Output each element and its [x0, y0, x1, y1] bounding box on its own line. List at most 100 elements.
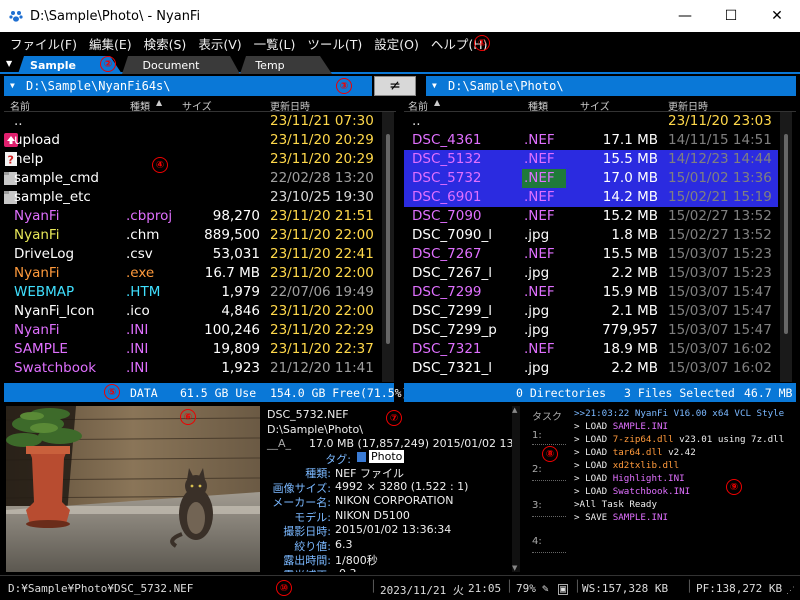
tab-sample[interactable]: Sample [22, 56, 84, 74]
file-size: 18.9 MB [602, 341, 658, 357]
right-file-list[interactable]: .. 23/11/20 23:03 DSC_4361 .NEF 17.1 MB 14/11… [404, 112, 778, 382]
tab-document[interactable]: Document [128, 56, 214, 74]
left-file-row[interactable]: upload 23/11/20 20:29 [4, 131, 380, 150]
left-file-row[interactable]: NyanFi .cbproj 98,270 23/11/20 21:51 [4, 207, 380, 226]
left-file-row[interactable]: NyanFi .INI 100,246 23/11/20 22:29 [4, 321, 380, 340]
file-date: 23/11/20 21:51 [270, 208, 374, 224]
right-scroll-thumb[interactable] [784, 134, 788, 334]
right-file-row[interactable]: DSC_7299_l .jpg 2.1 MB 15/03/07 15:47 [404, 302, 778, 321]
file-name: DSC_5132 [412, 151, 482, 167]
right-file-row[interactable]: DSC_7090_l .jpg 1.8 MB 15/02/27 13:52 [404, 226, 778, 245]
right-file-row[interactable]: DSC_7299 .NEF 15.9 MB 15/03/07 15:47 [404, 283, 778, 302]
left-file-row[interactable]: SAMPLE .INI 19,809 23/11/20 22:37 [4, 340, 380, 359]
menu-edit[interactable]: 編集(E) [83, 34, 138, 53]
right-scrollbar[interactable] [780, 112, 792, 382]
info-field-value: 4992 × 3280 (1.522 : 1) [335, 479, 469, 493]
right-file-row[interactable]: DSC_7299_p .jpg 779,957 15/03/07 15:47 [404, 321, 778, 340]
sort-asc-icon: ▲ [156, 98, 163, 107]
right-file-row[interactable]: DSC_7090 .NEF 15.2 MB 15/02/27 13:52 [404, 207, 778, 226]
file-extension: .NEF [524, 246, 555, 262]
left-file-row[interactable]: NyanFi .chm 889,500 23/11/20 22:00 [4, 226, 380, 245]
file-date: 23/11/20 22:00 [270, 227, 374, 243]
right-file-row[interactable]: DSC_7267_l .jpg 2.2 MB 15/03/07 15:23 [404, 264, 778, 283]
file-size: 15.5 MB [602, 246, 658, 262]
left-file-row[interactable]: NyanFi_Icon .ico 4,846 23/11/20 22:00 [4, 302, 380, 321]
file-name: help [14, 151, 44, 167]
sort-asc-icon: ▲ [434, 98, 441, 107]
left-col-name[interactable]: 名前 [10, 98, 30, 113]
left-file-row[interactable]: Swatchbook .INI 1,923 21/12/20 11:41 [4, 359, 380, 378]
right-file-row[interactable]: DSC_7321_l .jpg 2.2 MB 15/03/07 16:02 [404, 359, 778, 378]
info-scrollbar[interactable]: ▲ ▼ [512, 406, 520, 572]
maximize-button[interactable]: ☐ [708, 0, 754, 32]
right-file-row[interactable]: DSC_7321 .NEF 18.9 MB 15/03/07 16:02 [404, 340, 778, 359]
compare-diff-button[interactable]: ≠ [374, 76, 416, 96]
file-date: 23/11/20 22:29 [270, 322, 374, 338]
file-extension: .chm [126, 227, 160, 243]
log-line: > LOAD SAMPLE.INI [574, 421, 668, 432]
left-file-row[interactable]: DriveLog .csv 53,031 23/11/20 22:41 [4, 245, 380, 264]
callout-marker-4: ④ [152, 157, 168, 173]
info-tag-value[interactable]: Photo [369, 450, 405, 463]
menu-view[interactable]: 表示(V) [192, 34, 247, 53]
left-drive-status: DATA 61.5 GB Use 154.0 GB Free(71.5%) [4, 383, 408, 402]
right-file-row[interactable]: DSC_7267 .NEF 15.5 MB 15/03/07 15:23 [404, 245, 778, 264]
resize-grip-icon[interactable]: ⋰ [786, 586, 795, 596]
left-scroll-thumb[interactable] [386, 134, 390, 344]
minimize-button[interactable]: — [662, 0, 708, 32]
file-date: 23/11/20 22:41 [270, 246, 374, 262]
left-file-row[interactable]: ? help 23/11/20 20:29 [4, 150, 380, 169]
task-title: タスク [532, 412, 562, 423]
log-argument: SAMPLE.INI [612, 512, 669, 523]
right-file-row[interactable]: DSC_6901 .NEF 14.2 MB 15/02/21 15:19 [404, 188, 778, 207]
left-path-dropdown-icon[interactable]: ▼ [10, 81, 15, 90]
right-path-dropdown-icon[interactable]: ▼ [432, 81, 437, 90]
file-name: DSC_7267 [412, 246, 482, 262]
file-size: 779,957 [602, 322, 658, 338]
file-name: DSC_7299_p [412, 322, 497, 338]
info-dir: D:\Sample\Photo\ [267, 423, 363, 436]
right-path-bar[interactable]: ▼ D:\Sample\Photo\ [426, 76, 796, 96]
menu-list[interactable]: 一覧(L) [248, 34, 302, 53]
log-panel: >>21:03:22 NyanFi V16.00 x64 VCL Style >… [572, 406, 800, 572]
right-col-date[interactable]: 更新日時 [668, 98, 708, 113]
file-info-panel: DSC_5732.NEF D:\Sample\Photo\ __A_ 17.0 … [265, 406, 520, 572]
left-file-row[interactable]: sample_etc 23/10/25 19:30 [4, 188, 380, 207]
left-file-row[interactable]: NyanFi .exe 16.7 MB 23/11/20 22:00 [4, 264, 380, 283]
scroll-down-icon[interactable]: ▼ [512, 564, 517, 572]
left-file-list[interactable]: .. 23/11/21 07:30 upload 23/11/20 20:29? hel… [4, 112, 380, 382]
file-date: 15/03/07 15:47 [668, 322, 772, 338]
right-col-name[interactable]: 名前 [408, 98, 428, 113]
menu-settings[interactable]: 設定(O) [368, 34, 425, 53]
file-extension: .NEF [524, 151, 555, 167]
left-file-row[interactable]: .. 23/11/21 07:30 [4, 112, 380, 131]
right-file-row[interactable]: DSC_5732 .NEF 17.0 MB 15/01/02 13:36 [404, 169, 778, 188]
log-line: > LOAD Swatchbook.INI [574, 486, 690, 497]
left-col-date[interactable]: 更新日時 [270, 98, 310, 113]
file-name: WEBMAP [14, 284, 75, 300]
right-file-row[interactable]: .. 23/11/20 23:03 [404, 112, 778, 131]
left-path-bar[interactable]: ▼ D:\Sample\NyanFi64s\ [4, 76, 372, 96]
file-size: 19,809 [212, 341, 260, 357]
right-file-row[interactable]: DSC_5132 .NEF 15.5 MB 14/12/23 14:44 [404, 150, 778, 169]
menu-search[interactable]: 検索(S) [138, 34, 193, 53]
right-col-size[interactable]: サイズ [580, 98, 610, 113]
close-button[interactable]: ✕ [754, 0, 800, 32]
scroll-up-icon[interactable]: ▲ [512, 406, 517, 414]
right-selection-status: 0 Directories 3 Files Selected 46.7 MB [404, 383, 796, 402]
left-scrollbar[interactable] [382, 112, 394, 382]
left-file-row[interactable]: WEBMAP .HTM 1,979 22/07/06 19:49 [4, 283, 380, 302]
left-file-row[interactable]: sample_cmd 22/02/28 13:20 [4, 169, 380, 188]
tab-dropdown-icon[interactable]: ▼ [6, 59, 12, 68]
left-path-text: D:\Sample\NyanFi64s\ [26, 79, 171, 93]
right-col-type[interactable]: 種類 [528, 98, 548, 113]
right-file-row[interactable]: DSC_4361 .NEF 17.1 MB 14/11/15 14:51 [404, 131, 778, 150]
left-col-type[interactable]: 種類 [130, 98, 150, 113]
menu-file[interactable]: ファイル(F) [4, 34, 83, 53]
file-extension: .NEF [524, 284, 555, 300]
left-col-size[interactable]: サイズ [182, 98, 212, 113]
file-name: DSC_7321_l [412, 360, 492, 376]
tab-temp[interactable]: Temp [240, 56, 300, 74]
status-sep: │ [574, 580, 581, 593]
menu-tools[interactable]: ツール(T) [301, 34, 368, 53]
